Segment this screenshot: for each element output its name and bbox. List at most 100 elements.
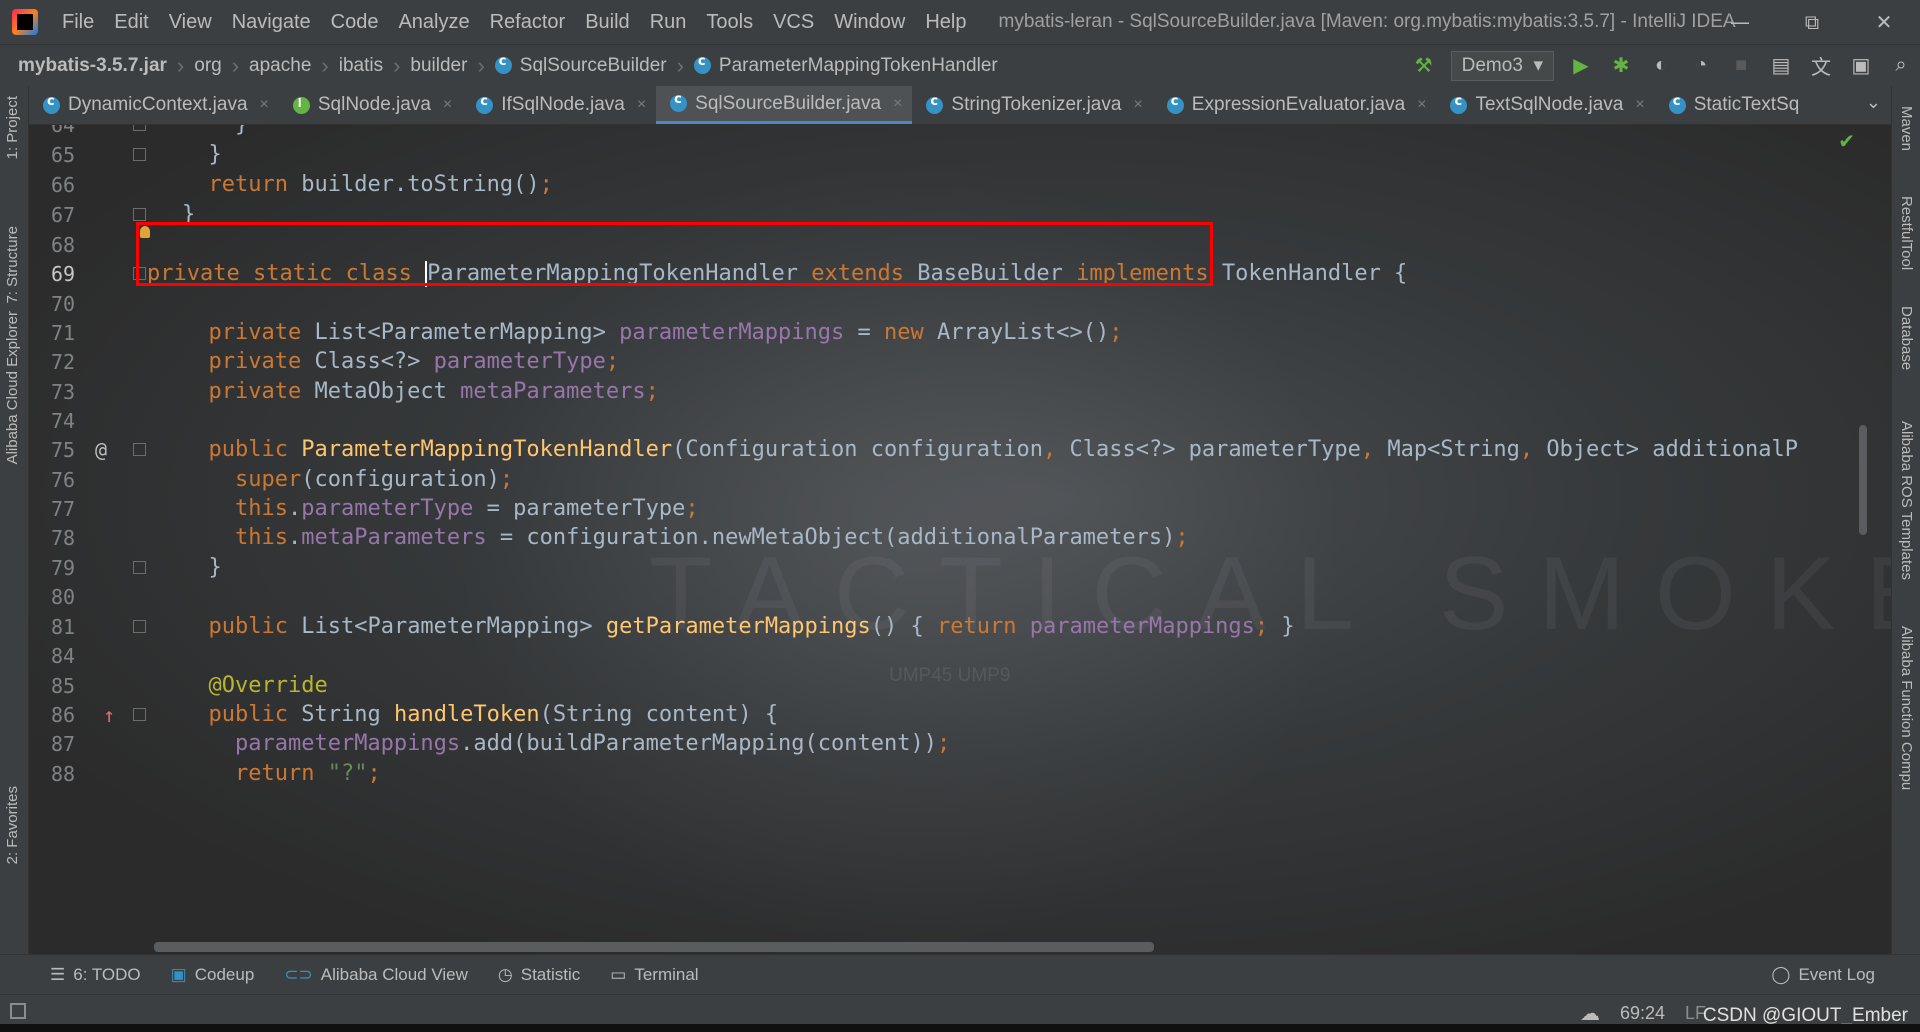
statistic-icon: ◷ <box>497 965 513 984</box>
minimize-button[interactable]: — <box>1704 0 1776 44</box>
close-icon[interactable]: × <box>1133 96 1142 114</box>
menu-code[interactable]: Code <box>321 11 389 34</box>
terminal-tool-button[interactable]: ▭ Terminal <box>610 965 698 985</box>
tab-sqlsourcebuilder[interactable]: SqlSourceBuilder.java × <box>656 86 913 124</box>
code-editor[interactable]: TACTICAL SMOKE UMP45 UMP9 ✔ 64 } 65 } 66… <box>29 125 1891 954</box>
editor-tabs: DynamicContext.java × SqlNode.java × IfSql… <box>29 86 1891 125</box>
tab-dynamiccontext[interactable]: DynamicContext.java × <box>29 86 279 124</box>
event-log-button[interactable]: ◯ Event Log <box>1771 955 1875 995</box>
menu-build[interactable]: Build <box>575 11 639 34</box>
menu-view[interactable]: View <box>159 11 222 34</box>
fold-marker[interactable] <box>133 148 146 161</box>
close-icon[interactable]: × <box>1635 96 1644 114</box>
menu-analyze[interactable]: Analyze <box>388 11 479 34</box>
tab-stringtokenizer[interactable]: StringTokenizer.java × <box>912 86 1152 124</box>
menu-file[interactable]: File <box>52 11 104 34</box>
breadcrumb-label: SqlSourceBuilder <box>519 54 667 76</box>
tool-windows-toggle-icon[interactable] <box>10 1003 26 1019</box>
window-controls: — ⧉ ✕ <box>1704 0 1920 44</box>
run-config-label: Demo3 <box>1461 54 1523 76</box>
menu-refactor[interactable]: Refactor <box>480 11 576 34</box>
chevron-down-icon[interactable]: ⌄ <box>1866 92 1881 113</box>
tab-label: SqlNode.java <box>317 94 431 115</box>
todo-tool-button[interactable]: ☰ 6: TODO <box>50 965 141 985</box>
breadcrumb-separator: › <box>676 52 684 78</box>
alibaba-ros-templates-tab[interactable]: Alibaba ROS Templates <box>1898 421 1915 580</box>
coverage-icon[interactable]: ◐ <box>1648 53 1674 79</box>
menu-run[interactable]: Run <box>640 11 697 34</box>
tab-statictextsqlnode[interactable]: StaticTextSq <box>1655 86 1810 124</box>
statistic-tool-button[interactable]: ◷ Statistic <box>498 965 580 985</box>
fold-marker[interactable] <box>133 208 146 221</box>
tab-sqlnode[interactable]: SqlNode.java × <box>279 86 462 124</box>
run-configuration-select[interactable]: Demo3 ▾ <box>1450 50 1554 81</box>
alibaba-function-compute-tab[interactable]: Alibaba Function Compu <box>1898 626 1915 790</box>
fold-marker[interactable] <box>133 125 146 131</box>
close-icon[interactable]: × <box>443 96 452 114</box>
close-icon[interactable]: × <box>893 95 902 113</box>
class-icon <box>476 94 494 114</box>
menu-edit[interactable]: Edit <box>104 11 158 34</box>
debug-icon[interactable]: ✱ <box>1608 53 1634 79</box>
breadcrumb-tokenhandler[interactable]: ParameterMappingTokenHandler <box>688 54 1004 77</box>
close-icon[interactable]: × <box>1417 96 1426 114</box>
alibaba-cloud-view-button[interactable]: ⊂⊃ Alibaba Cloud View <box>284 965 468 985</box>
run-icon[interactable]: ▶ <box>1568 53 1594 79</box>
close-button[interactable]: ✕ <box>1848 0 1920 44</box>
bottom-tool-bar: ☰ 6: TODO ▣ Codeup ⊂⊃ Alibaba Cloud View ◷ S… <box>0 954 1920 995</box>
highlight-annotation-box <box>136 222 1213 286</box>
restfultool-tab[interactable]: RestfulTool <box>1898 196 1915 270</box>
class-icon <box>926 94 944 114</box>
class-icon <box>1450 94 1468 114</box>
fold-marker[interactable] <box>133 561 146 574</box>
profile-icon[interactable]: ◔ <box>1688 53 1714 79</box>
maven-tool-tab[interactable]: Maven <box>1898 106 1915 151</box>
fold-marker[interactable] <box>133 443 146 456</box>
menu-window[interactable]: Window <box>824 11 915 34</box>
breadcrumb-separator: › <box>321 52 329 78</box>
codeup-tool-button[interactable]: ▣ Codeup <box>171 965 255 985</box>
class-icon <box>494 54 512 74</box>
breadcrumb-separator: › <box>393 52 401 78</box>
window-title: mybatis-leran - SqlSourceBuilder.java [M… <box>998 11 1736 32</box>
database-tool-tab[interactable]: Database <box>1898 306 1915 370</box>
fold-marker[interactable] <box>133 708 146 721</box>
search-icon[interactable]: ⌕ <box>1888 53 1914 79</box>
close-icon[interactable]: × <box>260 96 269 114</box>
breadcrumb-builder[interactable]: builder <box>404 55 473 77</box>
structure-tool-tab[interactable]: 7: Structure <box>4 226 21 304</box>
presentation-icon[interactable]: ▣ <box>1848 53 1874 79</box>
menu-tools[interactable]: Tools <box>696 11 763 34</box>
menu-vcs[interactable]: VCS <box>763 11 824 34</box>
close-icon[interactable]: × <box>637 96 646 114</box>
line-number: 88 <box>51 762 76 786</box>
horizontal-scrollbar[interactable] <box>154 942 1154 952</box>
event-log-label: Event Log <box>1798 965 1875 984</box>
breadcrumb-jar[interactable]: mybatis-3.5.7.jar <box>0 55 173 77</box>
class-icon <box>1668 94 1686 114</box>
tab-label: TextSqlNode.java <box>1475 94 1624 115</box>
menu-help[interactable]: Help <box>915 11 976 34</box>
terminal-icon: ▭ <box>610 965 627 984</box>
project-structure-icon[interactable]: ▤ <box>1768 53 1794 79</box>
fold-marker[interactable] <box>133 620 146 633</box>
caret-position[interactable]: 69:24 <box>1620 1003 1665 1024</box>
lightbulb-icon[interactable] <box>140 226 150 238</box>
project-tool-tab[interactable]: 1: Project <box>4 96 21 159</box>
breadcrumb-ibatis[interactable]: ibatis <box>333 55 389 77</box>
breadcrumb-org[interactable]: org <box>188 55 227 77</box>
menu-navigate[interactable]: Navigate <box>222 11 321 34</box>
translate-icon[interactable]: 文 <box>1808 53 1834 79</box>
tab-expressionevaluator[interactable]: ExpressionEvaluator.java × <box>1153 86 1437 124</box>
stop-icon[interactable]: ■ <box>1728 53 1754 79</box>
breadcrumb-sqlsourcebuilder[interactable]: SqlSourceBuilder <box>489 54 673 77</box>
favorites-tool-tab[interactable]: 2: Favorites <box>4 786 21 864</box>
restore-button[interactable]: ⧉ <box>1776 0 1848 44</box>
breadcrumb-separator: › <box>477 52 485 78</box>
tab-ifsqlnode[interactable]: IfSqlNode.java × <box>462 86 656 124</box>
cloud-sync-icon[interactable]: ☁ <box>1580 1001 1600 1026</box>
tab-textsqlnode[interactable]: TextSqlNode.java × <box>1436 86 1654 124</box>
breadcrumb-apache[interactable]: apache <box>243 55 317 77</box>
build-hammer-icon[interactable]: ⚒ <box>1411 53 1437 79</box>
alibaba-cloud-explorer-tab[interactable]: Alibaba Cloud Explorer <box>4 311 21 464</box>
